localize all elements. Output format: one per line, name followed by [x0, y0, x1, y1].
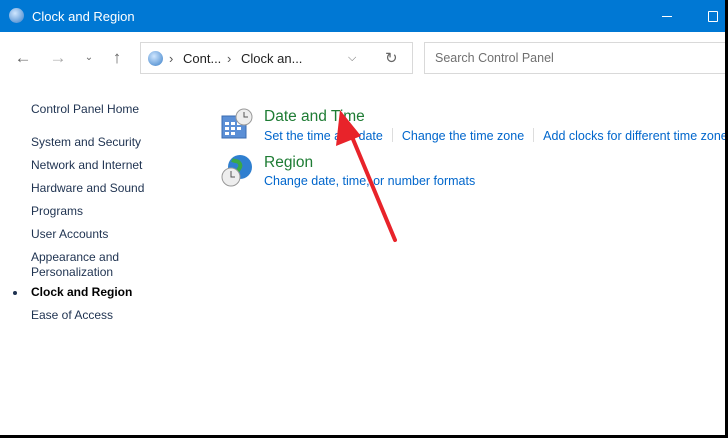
- annotation-arrow: [336, 110, 397, 242]
- control-panel-window: Clock and Region ← → ⌄ ↑ › Cont... › Clo…: [0, 0, 725, 435]
